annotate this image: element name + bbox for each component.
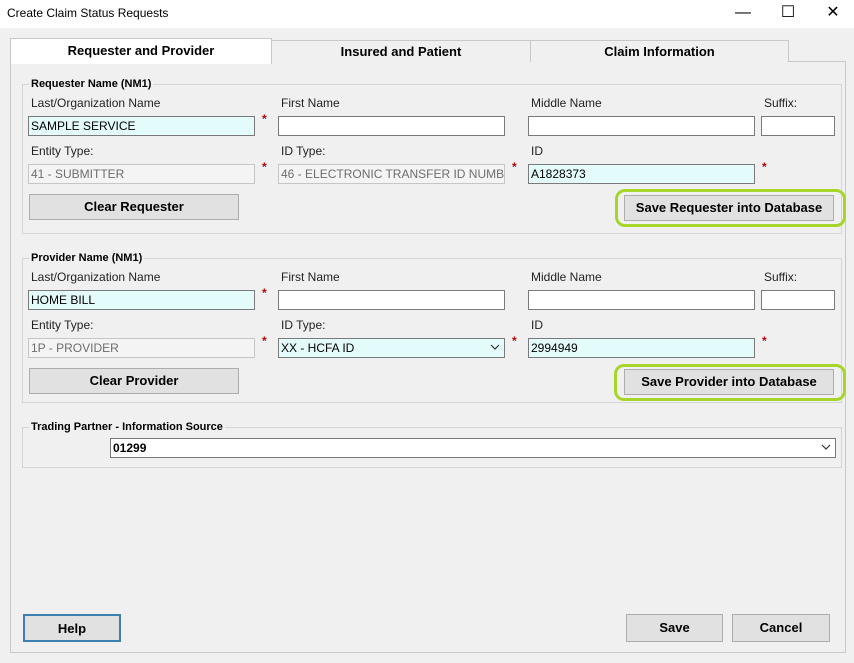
chevron-down-icon[interactable]: [489, 341, 501, 356]
save-requester-button[interactable]: Save Requester into Database: [624, 195, 834, 221]
cancel-button[interactable]: Cancel: [732, 614, 830, 642]
provider-last-name-label: Last/Organization Name: [31, 270, 161, 284]
required-mark: *: [512, 160, 517, 174]
requester-entity-type-field: 41 - SUBMITTER: [28, 164, 255, 184]
provider-suffix-label: Suffix:: [764, 270, 798, 284]
provider-id-type-label: ID Type:: [281, 318, 326, 332]
provider-entity-type-field: 1P - PROVIDER: [28, 338, 255, 358]
clear-provider-button[interactable]: Clear Provider: [29, 368, 239, 394]
requester-id-label: ID: [531, 144, 543, 158]
save-button[interactable]: Save: [626, 614, 723, 642]
save-provider-button[interactable]: Save Provider into Database: [624, 369, 834, 395]
close-button[interactable]: ✕: [810, 0, 854, 28]
provider-id-type-select[interactable]: XX - HCFA ID: [278, 338, 505, 358]
minimize-button[interactable]: —: [720, 0, 766, 28]
requester-suffix-field[interactable]: [761, 116, 835, 136]
required-mark: *: [512, 334, 517, 348]
required-mark: *: [762, 160, 767, 174]
maximize-button[interactable]: ☐: [765, 0, 811, 28]
requester-group-title: Requester Name (NM1): [29, 78, 154, 90]
provider-suffix-field[interactable]: [761, 290, 835, 310]
requester-suffix-label: Suffix:: [764, 96, 798, 110]
help-button[interactable]: Help: [23, 614, 121, 642]
provider-group-title: Provider Name (NM1): [29, 252, 145, 264]
trading-partner-value: 01299: [113, 441, 147, 455]
clear-requester-button[interactable]: Clear Requester: [29, 194, 239, 220]
requester-id-type-label: ID Type:: [281, 144, 326, 158]
requester-last-name-field[interactable]: SAMPLE SERVICE: [28, 116, 255, 136]
requester-middle-name-label: Middle Name: [531, 96, 602, 110]
chevron-down-icon[interactable]: [820, 441, 832, 456]
trading-partner-title: Trading Partner - Information Source: [29, 421, 225, 433]
requester-middle-name-field[interactable]: [528, 116, 755, 136]
provider-first-name-field[interactable]: [278, 290, 505, 310]
required-mark: *: [762, 334, 767, 348]
requester-last-name-label: Last/Organization Name: [31, 96, 161, 110]
requester-entity-type-label: Entity Type:: [31, 144, 94, 158]
required-mark: *: [262, 286, 267, 300]
required-mark: *: [262, 160, 267, 174]
requester-id-type-field: 46 - ELECTRONIC TRANSFER ID NUMBER: [278, 164, 505, 184]
provider-middle-name-label: Middle Name: [531, 270, 602, 284]
provider-first-name-label: First Name: [281, 270, 340, 284]
provider-id-type-value: XX - HCFA ID: [281, 341, 355, 355]
requester-first-name-label: First Name: [281, 96, 340, 110]
provider-entity-type-label: Entity Type:: [31, 318, 94, 332]
trading-partner-select[interactable]: 01299: [110, 438, 836, 458]
required-mark: *: [262, 334, 267, 348]
window-title: Create Claim Status Requests: [7, 6, 169, 20]
provider-last-name-field[interactable]: HOME BILL: [28, 290, 255, 310]
provider-id-field[interactable]: 2994949: [528, 338, 755, 358]
tab-requester-provider[interactable]: Requester and Provider: [10, 38, 272, 64]
tab-insured-patient[interactable]: Insured and Patient: [271, 40, 531, 62]
requester-first-name-field[interactable]: [278, 116, 505, 136]
required-mark: *: [262, 112, 267, 126]
provider-id-label: ID: [531, 318, 543, 332]
requester-id-field[interactable]: A1828373: [528, 164, 755, 184]
provider-middle-name-field[interactable]: [528, 290, 755, 310]
tab-claim-information[interactable]: Claim Information: [530, 40, 789, 62]
